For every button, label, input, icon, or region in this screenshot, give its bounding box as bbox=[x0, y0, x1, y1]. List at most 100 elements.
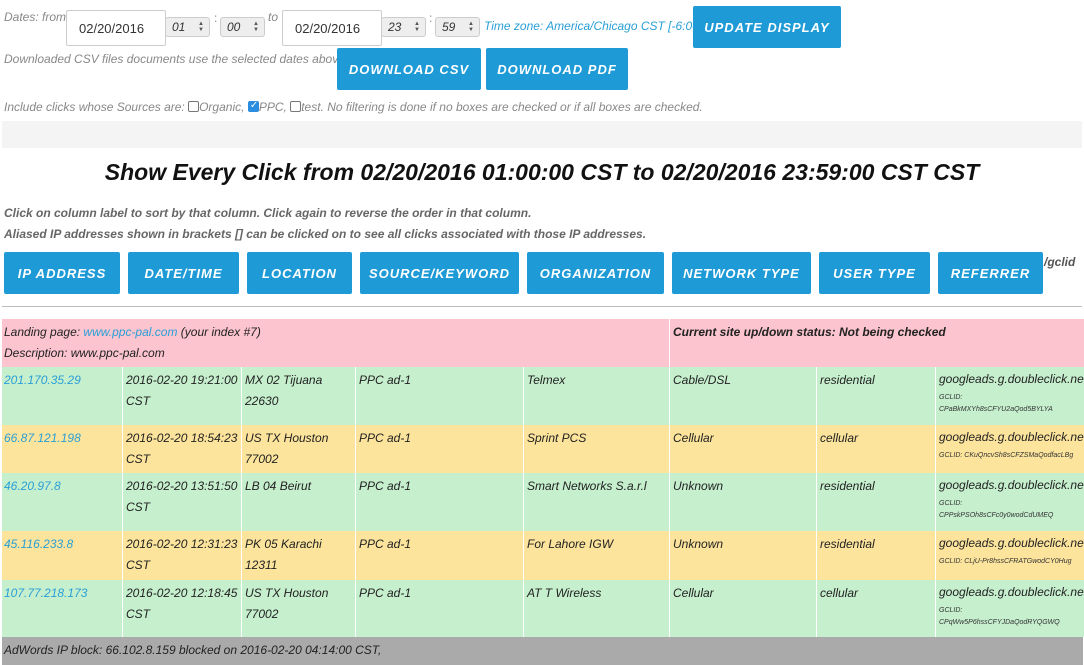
sort-network-type-button[interactable]: Network Type bbox=[672, 252, 811, 294]
gclid-line-2: CPPskPSOh8sCFc0y0wodCdUMEQ bbox=[939, 512, 1054, 519]
time-colon: : bbox=[214, 11, 218, 25]
location-postal: 22630 bbox=[245, 394, 279, 408]
update-display-button[interactable]: Update Display bbox=[693, 6, 841, 48]
spinner-arrows-icon: ▲ ▼ bbox=[414, 21, 420, 33]
network-type: Cable/DSL bbox=[673, 373, 732, 387]
network-type-cell: Cellular bbox=[671, 580, 817, 637]
organic-checkbox[interactable] bbox=[188, 101, 200, 112]
separator: , bbox=[241, 100, 245, 114]
organization: AT T Wireless bbox=[527, 586, 602, 600]
time-colon: : bbox=[429, 11, 433, 25]
gclid-value: GCLID: CKuQncvSh8sCFZSMaQodfacLBg bbox=[939, 450, 1084, 462]
datetime-cell: 2016-02-20 19:21:00 CST bbox=[124, 367, 242, 425]
location-city: US TX Houston bbox=[245, 431, 329, 445]
sort-source-keyword-button[interactable]: Source/Keyword bbox=[360, 252, 519, 294]
gclid-header-label: /gclid bbox=[1044, 255, 1076, 269]
referrer: googleads.g.doubleclick.net bbox=[939, 430, 1084, 444]
user-type-cell: residential bbox=[818, 367, 936, 425]
user-type-cell: cellular bbox=[818, 425, 936, 473]
network-type-cell: Unknown bbox=[671, 473, 817, 531]
landing-page-prefix: Landing page: bbox=[4, 325, 81, 339]
from-minute-value: 00 bbox=[227, 20, 241, 34]
ppc-checkbox[interactable] bbox=[247, 100, 259, 112]
sort-user-type-button[interactable]: User Type bbox=[819, 252, 930, 294]
from-hour-value: 01 bbox=[172, 20, 186, 34]
gclid-line-1: GCLID: bbox=[939, 394, 963, 401]
sort-datetime-button[interactable]: Date/Time bbox=[128, 252, 239, 294]
source-cell: PPC ad-1 bbox=[357, 473, 524, 531]
to-date-input[interactable]: 02/20/2016 bbox=[282, 10, 382, 46]
timezone-link[interactable]: Time zone: America/Chicago CST [-6:00] bbox=[484, 19, 702, 33]
ip-address-link[interactable]: 45.116.233.8 bbox=[4, 537, 73, 551]
spinner-arrows-icon: ▲ ▼ bbox=[198, 21, 204, 33]
to-hour-select[interactable]: 23 ▲ ▼ bbox=[381, 17, 426, 37]
referrer: googleads.g.doubleclick.net bbox=[939, 536, 1084, 550]
test-label: test bbox=[301, 100, 321, 114]
table-row: 46.20.97.8 2016-02-20 13:51:50 CST LB 04 Be… bbox=[2, 473, 1084, 531]
from-hour-select[interactable]: 01 ▲ ▼ bbox=[165, 17, 210, 37]
organization-cell: Telmex bbox=[525, 367, 670, 425]
to-minute-value: 59 bbox=[442, 20, 456, 34]
location-city: MX 02 Tijuana bbox=[245, 373, 323, 387]
location-cell: US TX Houston 77002 bbox=[243, 580, 356, 637]
click-timezone: CST bbox=[126, 558, 150, 572]
adwords-block-row: AdWords IP block: 66.102.8.159 blocked o… bbox=[2, 637, 1084, 665]
sort-location-button[interactable]: Location bbox=[247, 252, 352, 294]
ip-address-link[interactable]: 107.77.218.173 bbox=[4, 586, 87, 600]
ip-cell: 45.116.233.8 bbox=[2, 531, 123, 580]
location-city: LB 04 Beirut bbox=[245, 479, 312, 493]
source-keyword: PPC ad-1 bbox=[359, 479, 412, 493]
click-datetime: 2016-02-20 19:21:00 bbox=[126, 373, 238, 387]
organization: Telmex bbox=[527, 373, 566, 387]
ip-address-link[interactable]: 201.170.35.29 bbox=[4, 373, 81, 387]
filter-note: No filtering is done if no boxes are che… bbox=[327, 100, 703, 114]
source-filter: Include clicks whose Sources are: Organi… bbox=[4, 100, 703, 114]
click-datetime: 2016-02-20 12:18:45 bbox=[126, 586, 238, 600]
sort-ip-address-button[interactable]: IP Address bbox=[4, 252, 120, 294]
gclid-line-1: GCLID: bbox=[939, 500, 963, 507]
table-row: 66.87.121.198 2016-02-20 18:54:23 CST US TX… bbox=[2, 425, 1084, 473]
user-type: cellular bbox=[820, 431, 859, 445]
from-date-input[interactable]: 02/20/2016 bbox=[66, 10, 166, 46]
referrer-cell: googleads.g.doubleclick.net GCLID: CPaBkMX… bbox=[937, 367, 1084, 425]
user-type-cell: residential bbox=[818, 473, 936, 531]
user-type-cell: residential bbox=[818, 531, 936, 580]
click-timezone: CST bbox=[126, 500, 150, 514]
landing-page-row: Landing page: www.ppc-pal.com (your inde… bbox=[2, 319, 1084, 367]
landing-page-info: Landing page: www.ppc-pal.com (your inde… bbox=[2, 319, 670, 367]
sort-referrer-button[interactable]: Referrer bbox=[938, 252, 1043, 294]
download-csv-button[interactable]: Download CSV bbox=[337, 48, 481, 90]
download-pdf-button[interactable]: Download PDF bbox=[486, 48, 628, 90]
location-cell: MX 02 Tijuana 22630 bbox=[243, 367, 356, 425]
ip-address-link[interactable]: 46.20.97.8 bbox=[4, 479, 61, 493]
organization: For Lahore IGW bbox=[527, 537, 614, 551]
datetime-cell: 2016-02-20 12:31:23 CST bbox=[124, 531, 242, 580]
sort-organization-button[interactable]: Organization bbox=[527, 252, 664, 294]
divider bbox=[2, 306, 1082, 307]
referrer: googleads.g.doubleclick.net bbox=[939, 372, 1084, 386]
page-title: Show Every Click from 02/20/2016 01:00:0… bbox=[104, 159, 980, 185]
location-postal: 12311 bbox=[245, 558, 278, 572]
ip-address-link[interactable]: 66.87.121.198 bbox=[4, 431, 81, 445]
location-cell: US TX Houston 77002 bbox=[243, 425, 356, 473]
landing-page-link[interactable]: www.ppc-pal.com bbox=[83, 325, 177, 339]
source-keyword: PPC ad-1 bbox=[359, 373, 412, 387]
test-checkbox[interactable] bbox=[290, 101, 302, 112]
source-keyword: PPC ad-1 bbox=[359, 431, 412, 445]
to-minute-select[interactable]: 59 ▲ ▼ bbox=[435, 17, 480, 37]
spinner-arrows-icon: ▲ ▼ bbox=[468, 21, 474, 33]
from-minute-select[interactable]: 00 ▲ ▼ bbox=[220, 17, 265, 37]
sort-instructions: Click on column label to sort by that co… bbox=[4, 206, 532, 220]
ip-cell: 46.20.97.8 bbox=[2, 473, 123, 531]
gclid-value: GCLID: CLjU-Pr8hssCFRATGwodCY0Hug bbox=[939, 556, 1084, 568]
dates-label: Dates: from bbox=[4, 10, 67, 24]
adwords-block-text: AdWords IP block: 66.102.8.159 blocked o… bbox=[2, 637, 1084, 665]
gclid-line-2: CPqWw5P6hssCFYJDaQodRYQGWQ bbox=[939, 619, 1060, 626]
source-filter-prefix: Include clicks whose Sources are: bbox=[4, 100, 185, 114]
source-keyword: PPC ad-1 bbox=[359, 537, 412, 551]
source-cell: PPC ad-1 bbox=[357, 425, 524, 473]
ip-cell: 107.77.218.173 bbox=[2, 580, 123, 637]
location-city: US TX Houston bbox=[245, 586, 329, 600]
user-type-cell: cellular bbox=[818, 580, 936, 637]
click-timezone: CST bbox=[126, 607, 150, 621]
